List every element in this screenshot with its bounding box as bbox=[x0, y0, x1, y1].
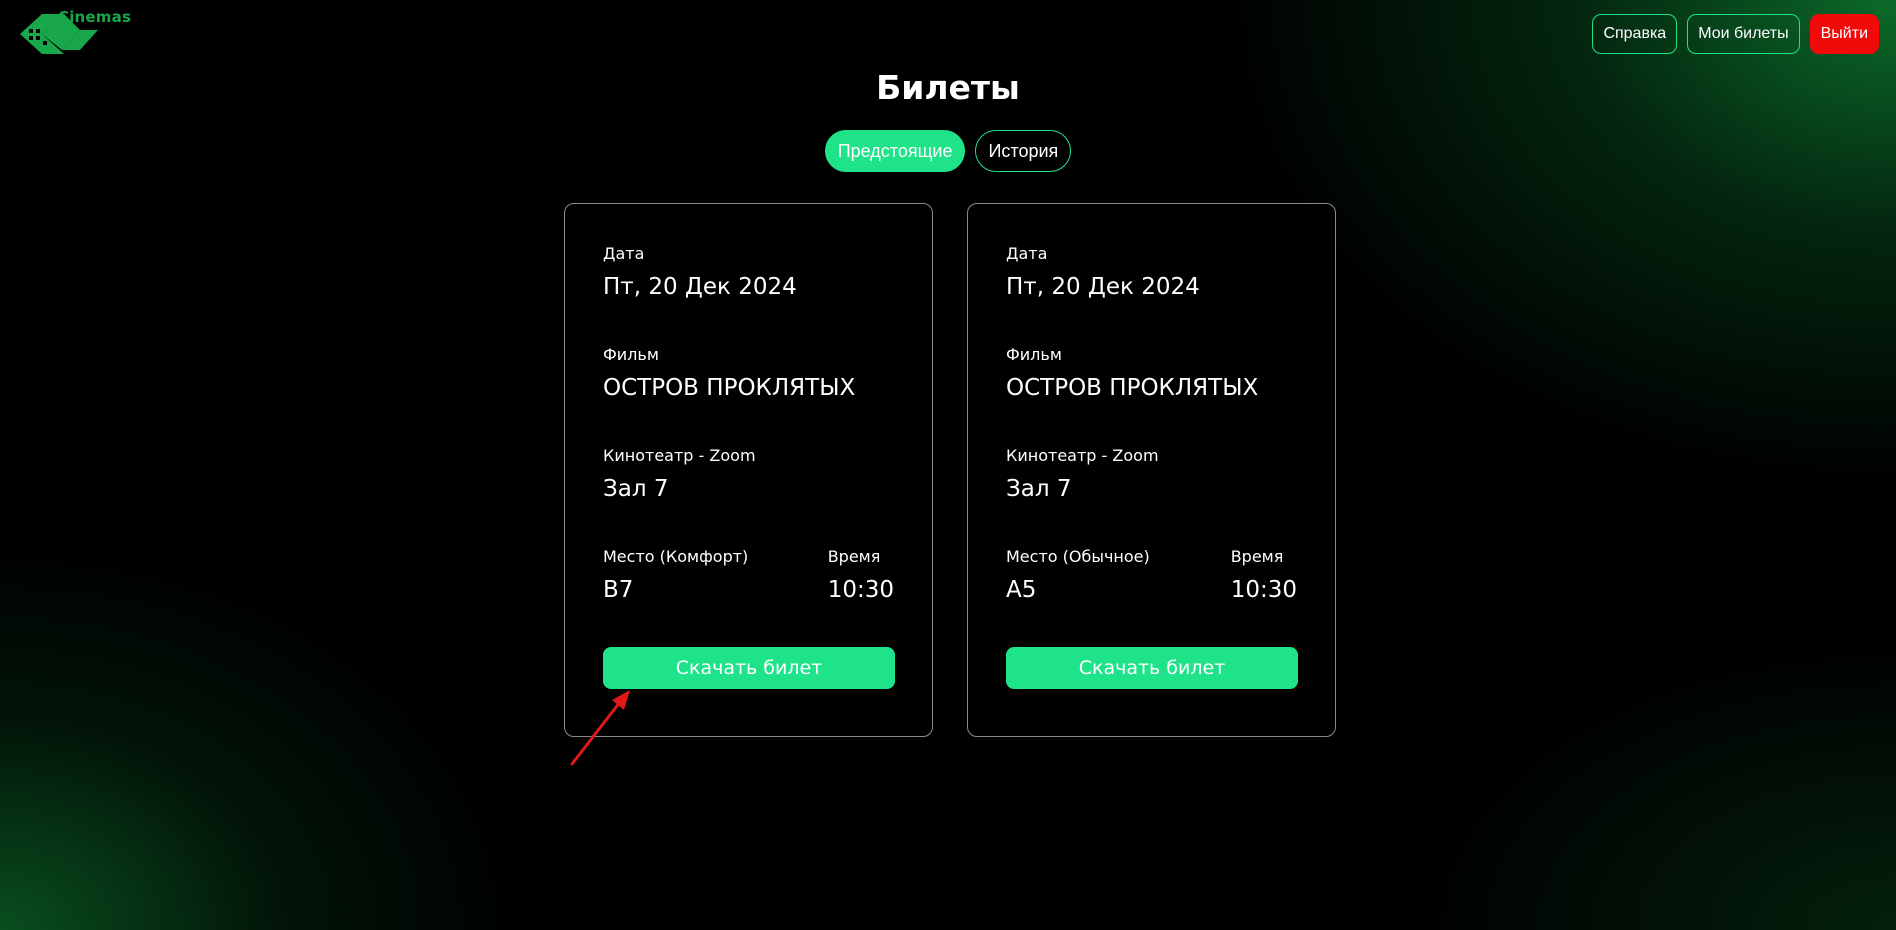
hall-value: Зал 7 bbox=[1006, 476, 1072, 502]
date-value: Пт, 20 Дек 2024 bbox=[603, 274, 797, 300]
top-navigation: Справка Мои билеты Выйти bbox=[1592, 14, 1879, 54]
seat-time-row: Место (Обычное) A5 Время 10:30 bbox=[1006, 547, 1297, 605]
hall-value: Зал 7 bbox=[603, 476, 669, 502]
my-tickets-button[interactable]: Мои билеты bbox=[1687, 14, 1800, 54]
seat-value: B7 bbox=[603, 577, 634, 603]
film-field: Фильм ОСТРОВ ПРОКЛЯТЫХ bbox=[1006, 345, 1297, 403]
download-ticket-button[interactable]: Скачать билет bbox=[603, 647, 895, 689]
seat-time-row: Место (Комфорт) B7 Время 10:30 bbox=[603, 547, 894, 605]
help-button[interactable]: Справка bbox=[1592, 14, 1678, 54]
annotation-arrow-icon bbox=[570, 690, 630, 766]
film-label: Фильм bbox=[603, 345, 659, 364]
time-field: Время 10:30 bbox=[828, 547, 894, 605]
seat-value: A5 bbox=[1006, 577, 1037, 603]
date-value: Пт, 20 Дек 2024 bbox=[1006, 274, 1200, 300]
ticket-card: Дата Пт, 20 Дек 2024 Фильм ОСТРОВ ПРОКЛЯ… bbox=[564, 203, 933, 737]
date-field: Дата Пт, 20 Дек 2024 bbox=[603, 244, 894, 302]
film-value: ОСТРОВ ПРОКЛЯТЫХ bbox=[1006, 375, 1259, 401]
cinema-label: Кинотеатр - Zoom bbox=[603, 446, 756, 465]
seat-field: Место (Комфорт) B7 bbox=[603, 547, 748, 605]
brand-logo[interactable]: Cinemas bbox=[20, 8, 138, 54]
ticket-tabs: Предстоящие История bbox=[0, 130, 1896, 172]
ticket-list: Дата Пт, 20 Дек 2024 Фильм ОСТРОВ ПРОКЛЯ… bbox=[564, 203, 1336, 737]
film-field: Фильм ОСТРОВ ПРОКЛЯТЫХ bbox=[603, 345, 894, 403]
date-field: Дата Пт, 20 Дек 2024 bbox=[1006, 244, 1297, 302]
logout-button[interactable]: Выйти bbox=[1809, 14, 1879, 54]
film-value: ОСТРОВ ПРОКЛЯТЫХ bbox=[603, 375, 856, 401]
ticket-card: Дата Пт, 20 Дек 2024 Фильм ОСТРОВ ПРОКЛЯ… bbox=[967, 203, 1336, 737]
brand-name: Cinemas bbox=[58, 8, 132, 26]
date-label: Дата bbox=[1006, 244, 1048, 263]
time-label: Время bbox=[1230, 547, 1284, 566]
time-value: 10:30 bbox=[827, 577, 894, 603]
time-label: Время bbox=[827, 547, 881, 566]
tab-upcoming[interactable]: Предстоящие bbox=[824, 130, 966, 172]
cinema-field: Кинотеатр - Zoom Зал 7 bbox=[1006, 446, 1297, 504]
time-field: Время 10:30 bbox=[1231, 547, 1297, 605]
download-ticket-button[interactable]: Скачать билет bbox=[1006, 647, 1298, 689]
seat-label: Место (Комфорт) bbox=[603, 547, 749, 566]
tab-history[interactable]: История bbox=[975, 130, 1072, 172]
film-label: Фильм bbox=[1006, 345, 1062, 364]
seat-label: Место (Обычное) bbox=[1006, 547, 1150, 566]
date-label: Дата bbox=[603, 244, 645, 263]
seat-field: Место (Обычное) A5 bbox=[1006, 547, 1150, 605]
cinema-field: Кинотеатр - Zoom Зал 7 bbox=[603, 446, 894, 504]
page-title: Билеты bbox=[876, 68, 1020, 107]
time-value: 10:30 bbox=[1230, 577, 1297, 603]
cinema-label: Кинотеатр - Zoom bbox=[1006, 446, 1159, 465]
